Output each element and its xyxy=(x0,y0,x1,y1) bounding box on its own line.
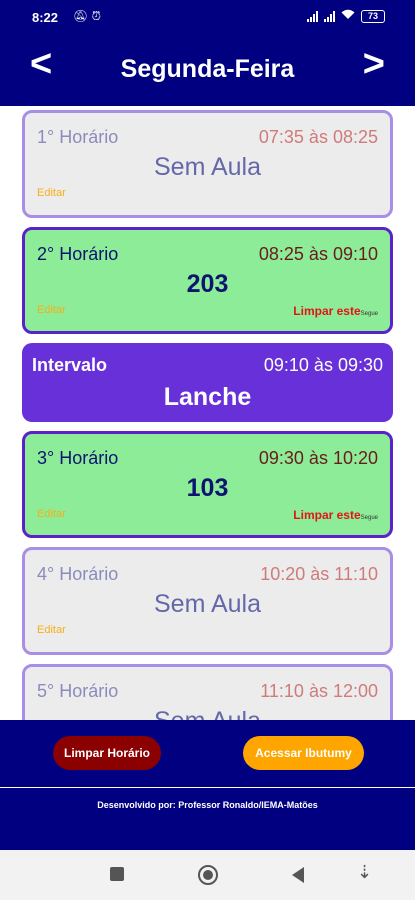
interval-card: Intervalo 09:10 às 09:30 Lanche xyxy=(22,343,393,422)
edit-link[interactable]: Editar xyxy=(37,304,66,316)
schedule-card-4[interactable]: 4° Horário 10:20 às 11:10 Sem Aula Edita… xyxy=(22,547,393,655)
bell-off-icon: 🔕︎ xyxy=(73,9,89,23)
slot-subject: Sem Aula xyxy=(153,590,261,618)
schedule-card-3[interactable]: 3° Horário 09:30 às 10:20 103 Editar Lim… xyxy=(22,431,393,538)
slot-label: 4° Horário xyxy=(37,564,119,584)
slot-subject: 203 xyxy=(186,270,229,298)
slot-time: 10:20 às 11:10 xyxy=(260,564,378,584)
slot-subject: Sem Aula xyxy=(25,707,390,720)
edit-link[interactable]: Editar xyxy=(37,508,66,520)
app-header: < Segunda-Feira > xyxy=(0,33,415,106)
clear-slot-sub: Segue xyxy=(360,311,378,317)
edit-link[interactable]: Editar xyxy=(37,187,66,199)
keyboard-hide-icon[interactable]: ⇣ xyxy=(357,863,372,881)
status-time: 8:22 xyxy=(32,10,59,25)
slot-time: 11:10 às 12:00 xyxy=(260,681,378,701)
alarm-icon: ⏰︎ xyxy=(91,9,101,23)
slot-label: 1° Horário xyxy=(37,127,119,147)
slot-time: 07:35 às 08:25 xyxy=(258,127,378,147)
slot-label: 2° Horário xyxy=(37,244,119,264)
slot-subject: Sem Aula xyxy=(153,153,261,181)
footer-divider xyxy=(0,787,415,788)
system-nav-bar: ⇣ xyxy=(0,850,415,900)
slot-time: 08:25 às 09:10 xyxy=(258,244,378,264)
slot-label: 3° Horário xyxy=(37,448,119,468)
clear-slot-button[interactable]: Limpar esteSegue xyxy=(293,304,378,318)
status-bar: 8:22 🔕︎ ⏰︎ 73 xyxy=(0,0,415,33)
clear-slot-sub: Segue xyxy=(360,515,378,521)
next-day-button[interactable]: > xyxy=(363,45,385,83)
recent-apps-icon[interactable] xyxy=(110,867,124,881)
slot-time: 09:10 às 09:30 xyxy=(263,355,383,375)
schedule-list[interactable]: 1° Horário 07:35 às 08:25 Sem Aula Edita… xyxy=(0,106,415,720)
status-right: 73 xyxy=(307,9,385,23)
clear-slot-button[interactable]: Limpar esteSegue xyxy=(293,508,378,522)
slot-label: Intervalo xyxy=(32,355,108,375)
edit-link[interactable]: Editar xyxy=(37,624,66,636)
page-title: Segunda-Feira xyxy=(120,55,295,83)
clear-schedule-button[interactable]: Limpar Horário xyxy=(53,736,161,770)
clear-slot-label: Limpar este xyxy=(293,508,361,522)
wifi-icon xyxy=(341,9,355,23)
clear-slot-label: Limpar este xyxy=(293,304,361,318)
home-icon[interactable] xyxy=(198,865,218,885)
slot-subject: Lanche xyxy=(163,383,252,411)
schedule-card-1[interactable]: 1° Horário 07:35 às 08:25 Sem Aula Edita… xyxy=(22,110,393,218)
slot-time: 09:30 às 10:20 xyxy=(258,448,378,468)
back-icon[interactable] xyxy=(292,867,304,883)
slot-label: 5° Horário xyxy=(37,681,119,701)
signal-icon xyxy=(324,10,335,22)
app-footer: Limpar Horário Acessar Ibutumy Desenvolv… xyxy=(0,720,415,850)
access-ibutumy-button[interactable]: Acessar Ibutumy xyxy=(243,736,364,770)
notification-icons: 🔕︎ ⏰︎ xyxy=(73,9,101,24)
schedule-card-5[interactable]: 5° Horário 11:10 às 12:00 Sem Aula xyxy=(22,664,393,720)
schedule-card-2[interactable]: 2° Horário 08:25 às 09:10 203 Editar Lim… xyxy=(22,227,393,334)
slot-subject: 103 xyxy=(186,474,229,502)
credits-text: Desenvolvido por: Professor Ronaldo/IEMA… xyxy=(97,800,318,810)
signal-icon xyxy=(307,10,318,22)
battery-icon: 73 xyxy=(361,9,385,23)
